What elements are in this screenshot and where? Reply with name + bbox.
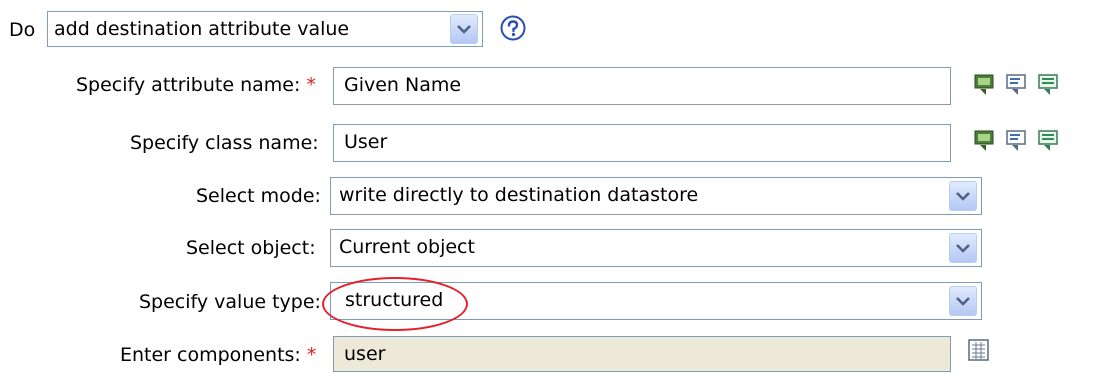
question-mark-icon bbox=[500, 15, 526, 41]
select-class-icon[interactable] bbox=[1004, 127, 1032, 160]
attribute-name-input[interactable]: Given Name bbox=[333, 67, 951, 105]
chevron-down-icon bbox=[956, 297, 970, 306]
components-label: Enter components: * bbox=[120, 344, 317, 366]
do-label: Do bbox=[9, 19, 36, 41]
mode-select-value: write directly to destination datastore bbox=[339, 184, 699, 206]
required-marker: * bbox=[306, 74, 316, 96]
object-select[interactable]: Current object bbox=[330, 229, 982, 267]
mode-label: Select mode: bbox=[196, 185, 321, 207]
components-value: user bbox=[344, 343, 386, 365]
schema-browser-icon[interactable] bbox=[972, 71, 1000, 104]
action-select-arrow[interactable] bbox=[450, 14, 478, 44]
object-select-arrow[interactable] bbox=[949, 233, 977, 263]
value-type-select-value: structured bbox=[345, 289, 444, 311]
chevron-down-icon bbox=[956, 244, 970, 253]
select-attribute-icon[interactable] bbox=[1004, 71, 1032, 104]
action-select-value: add destination attribute value bbox=[54, 18, 350, 40]
class-name-input[interactable]: User bbox=[333, 124, 951, 162]
object-select-value: Current object bbox=[339, 236, 475, 258]
chevron-down-icon bbox=[956, 192, 970, 201]
value-type-label: Specify value type: bbox=[139, 291, 321, 313]
components-input[interactable]: user bbox=[333, 336, 951, 372]
action-select[interactable]: add destination attribute value bbox=[47, 11, 483, 47]
schema-browser-icon[interactable] bbox=[972, 127, 1000, 160]
mode-select[interactable]: write directly to destination datastore bbox=[330, 177, 982, 215]
class-name-value: User bbox=[344, 131, 388, 153]
value-type-select[interactable]: structured bbox=[330, 282, 982, 320]
object-label: Select object: bbox=[186, 237, 316, 259]
mode-select-arrow[interactable] bbox=[949, 181, 977, 211]
edit-attribute-icon[interactable] bbox=[1036, 71, 1064, 104]
component-editor-icon[interactable] bbox=[967, 338, 991, 367]
help-icon[interactable] bbox=[500, 15, 526, 46]
required-marker: * bbox=[306, 344, 317, 366]
class-name-label: Specify class name: bbox=[130, 132, 319, 154]
attribute-name-label: Specify attribute name: * bbox=[76, 74, 316, 96]
edit-class-icon[interactable] bbox=[1036, 127, 1064, 160]
attribute-name-value: Given Name bbox=[344, 74, 462, 96]
chevron-down-icon bbox=[457, 25, 471, 34]
value-type-select-arrow[interactable] bbox=[949, 286, 977, 316]
